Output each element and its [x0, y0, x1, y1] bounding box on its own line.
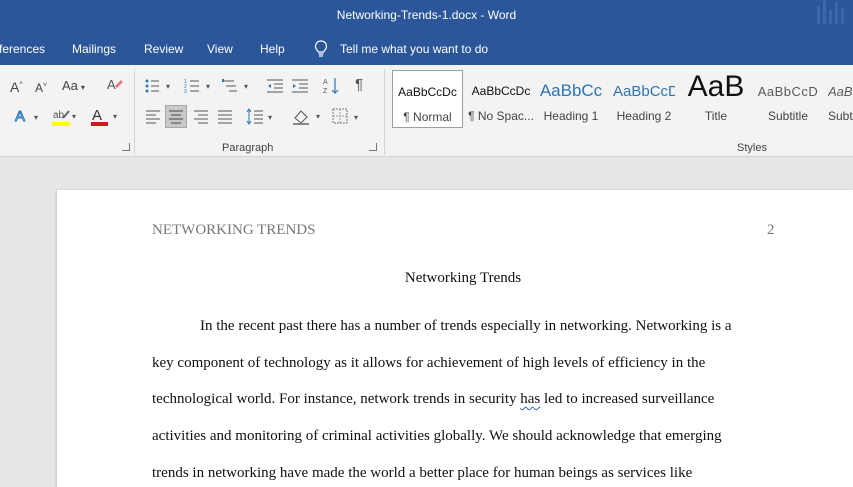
- tab-references[interactable]: ferences: [0, 42, 45, 56]
- svg-text:A: A: [323, 79, 328, 86]
- styles-group-label: Styles: [737, 142, 767, 154]
- tell-me-search[interactable]: Tell me what you want to do: [340, 42, 488, 56]
- running-head: NETWORKING TRENDS: [152, 222, 316, 238]
- svg-text:▾: ▾: [354, 113, 358, 122]
- svg-text:Z: Z: [323, 88, 328, 95]
- document-title: Networking Trends: [404, 270, 522, 286]
- highlight-color-icon[interactable]: ab ▾: [51, 106, 79, 128]
- shading-icon[interactable]: ▾: [292, 106, 324, 126]
- style-no-spacing[interactable]: AaBbCcDc ¶ No Spac...: [465, 70, 537, 128]
- svg-text:▾: ▾: [244, 82, 248, 91]
- svg-text:▾: ▾: [316, 112, 320, 121]
- tab-mailings[interactable]: Mailings: [72, 42, 116, 56]
- paragraph-dialog-launcher[interactable]: [369, 143, 377, 151]
- titlebar-decoration: [813, 0, 849, 30]
- grow-font-button[interactable]: A^: [10, 79, 23, 95]
- clear-formatting-icon[interactable]: A: [106, 76, 124, 94]
- svg-text:▾: ▾: [113, 112, 117, 121]
- increase-indent-icon[interactable]: [291, 78, 309, 94]
- group-separator: [384, 69, 385, 155]
- grammar-flagged-word[interactable]: has: [520, 391, 540, 407]
- change-case-button[interactable]: Aa ▾: [62, 78, 85, 93]
- align-left-icon[interactable]: [145, 110, 161, 124]
- style-subtitle[interactable]: AaBbCcD Subtitle: [756, 70, 820, 128]
- svg-text:▾: ▾: [72, 112, 76, 121]
- paragraph-line: trends in networking have made the world…: [152, 465, 693, 481]
- align-center-icon: [169, 110, 183, 124]
- svg-text:▾: ▾: [34, 113, 38, 122]
- svg-text:3: 3: [184, 89, 187, 94]
- sort-icon[interactable]: AZ: [323, 76, 341, 96]
- align-center-button[interactable]: [165, 105, 187, 128]
- show-formatting-marks-button[interactable]: ¶: [355, 76, 363, 93]
- title-bar: Networking-Trends-1.docx - Word: [0, 0, 853, 32]
- numbering-icon[interactable]: 1 2 3 ▾: [184, 78, 216, 94]
- text-effects-icon[interactable]: A ▾: [14, 106, 42, 126]
- svg-text:A: A: [15, 108, 25, 125]
- svg-text:▾: ▾: [166, 82, 170, 91]
- paragraph-line: activities and monitoring of criminal ac…: [152, 428, 722, 444]
- styles-gallery: AaBbCcDc ¶ Normal AaBbCcDc ¶ No Spac... …: [392, 70, 853, 130]
- paragraph-line: technological world. For instance, netwo…: [152, 391, 715, 407]
- tab-review[interactable]: Review: [144, 42, 183, 56]
- bullets-icon[interactable]: ▾: [144, 78, 176, 94]
- style-normal[interactable]: AaBbCcDc ¶ Normal: [392, 70, 463, 128]
- line-spacing-icon[interactable]: ▾: [246, 108, 276, 126]
- svg-text:A: A: [92, 107, 102, 124]
- svg-text:▾: ▾: [206, 82, 210, 91]
- svg-text:A: A: [107, 77, 116, 92]
- window-title: Networking-Trends-1.docx - Word: [336, 8, 517, 22]
- svg-text:ab: ab: [53, 110, 65, 121]
- decrease-indent-icon[interactable]: [266, 78, 284, 94]
- svg-text:▾: ▾: [268, 113, 272, 122]
- group-separator: [134, 69, 135, 155]
- style-heading-2[interactable]: AaBbCcD Heading 2: [613, 70, 675, 128]
- page-number: 2: [767, 222, 775, 238]
- paragraph-line: key component of technology as it allows…: [152, 355, 706, 371]
- font-dialog-launcher[interactable]: [122, 143, 130, 151]
- align-right-icon[interactable]: [193, 110, 209, 124]
- style-subtle-emphasis[interactable]: AaB Subt: [828, 70, 853, 128]
- multilevel-list-icon[interactable]: ▾: [222, 78, 254, 94]
- paragraph-line: In the recent past there has a number of…: [200, 318, 732, 334]
- tab-view[interactable]: View: [207, 42, 233, 56]
- tab-help[interactable]: Help: [260, 42, 285, 56]
- font-color-icon[interactable]: A ▾: [90, 106, 120, 128]
- shrink-font-button[interactable]: A˅: [35, 81, 47, 95]
- lightbulb-icon[interactable]: [314, 40, 328, 58]
- justify-icon[interactable]: [217, 110, 233, 124]
- paragraph-group-label: Paragraph: [222, 142, 274, 154]
- borders-icon[interactable]: ▾: [332, 108, 364, 126]
- ribbon-tabs: ferences Mailings Review View Help Tell …: [0, 32, 853, 65]
- style-heading-1[interactable]: AaBbCc Heading 1: [539, 70, 603, 128]
- style-title[interactable]: AaB Title: [684, 70, 748, 128]
